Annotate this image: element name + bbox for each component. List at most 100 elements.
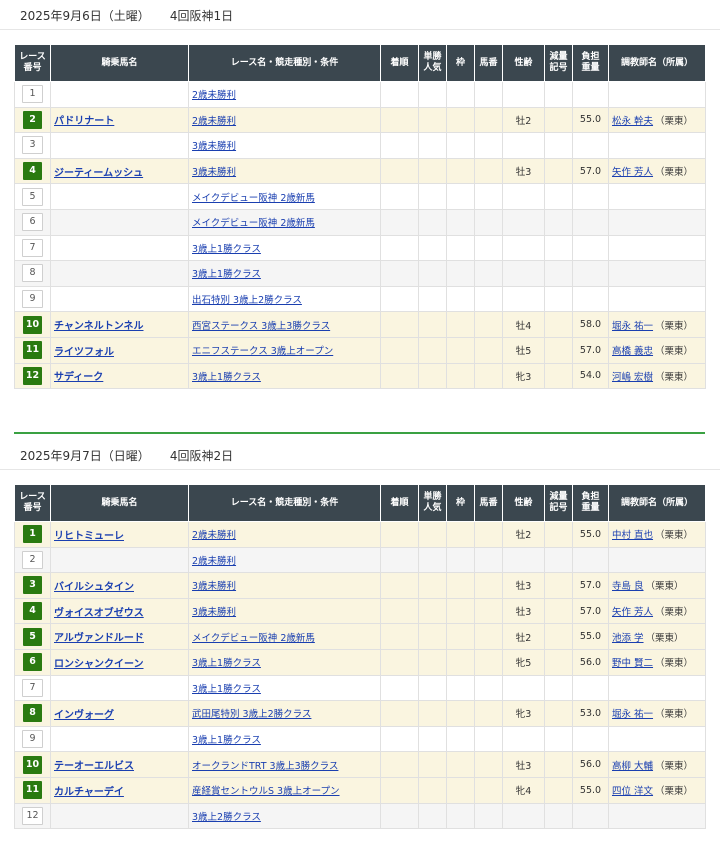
- race-name-link[interactable]: メイクデビュー阪神 2歳新馬: [192, 633, 315, 644]
- horse-name-link[interactable]: ロンシャンクイーン: [54, 659, 144, 670]
- horse-number-cell: [474, 157, 503, 185]
- race-number-badge: 1: [23, 525, 42, 544]
- trainer-link[interactable]: 寺島 良: [612, 581, 644, 592]
- weight-reduction-cell: [544, 81, 573, 108]
- trainer-link[interactable]: 高橋 義忠: [612, 346, 653, 357]
- race-name-cell: 3歳上1勝クラス: [188, 260, 381, 287]
- race-name-link[interactable]: 3歳未勝利: [192, 167, 236, 178]
- sex-age-cell: [502, 208, 545, 236]
- race-number-cell: 1: [14, 81, 51, 108]
- race-name-link[interactable]: 3歳未勝利: [192, 607, 236, 618]
- race-number-cell: 6: [14, 648, 51, 676]
- race-name-link[interactable]: 3歳上1勝クラス: [192, 269, 261, 280]
- trainer-cell: 寺島 良（栗東）: [608, 572, 706, 599]
- horse-name-link[interactable]: ライツフォル: [54, 347, 114, 358]
- race-name-link[interactable]: メイクデビュー阪神 2歳新馬: [192, 193, 315, 204]
- horse-name-cell: [50, 285, 189, 313]
- table-header: レース 番号 騎乗馬名 レース名・競走種別・条件 着順 単勝 人気枠馬番 性齢 減量 記号負…: [14, 44, 706, 82]
- horse-name-link[interactable]: サディーク: [54, 372, 103, 383]
- sex-age-cell: 牡2: [502, 106, 545, 134]
- race-name-link[interactable]: 3歳未勝利: [192, 581, 236, 592]
- race-name-link[interactable]: 西宮ステークス 3歳上3勝クラス: [192, 321, 330, 332]
- trainer-link[interactable]: 矢作 芳人: [612, 167, 653, 178]
- trainer-stable: （栗東）: [655, 709, 694, 721]
- race-name-link[interactable]: 3歳上1勝クラス: [192, 684, 261, 695]
- race-number-cell: 8: [14, 260, 51, 287]
- race-name-link[interactable]: 3歳上1勝クラス: [192, 372, 261, 383]
- carried-weight-cell: [572, 132, 609, 159]
- trainer-link[interactable]: 野中 賢二: [612, 658, 653, 669]
- race-name-link[interactable]: 3歳上1勝クラス: [192, 244, 261, 255]
- trainer-link[interactable]: 中村 直也: [612, 530, 653, 541]
- race-number-badge: 5: [22, 187, 43, 206]
- race-name-link[interactable]: 出石特別 3歳上2勝クラス: [192, 295, 302, 306]
- finish-cell: [380, 674, 419, 702]
- horse-name-link[interactable]: インヴォーグ: [54, 710, 114, 721]
- race-name-link[interactable]: 2歳未勝利: [192, 556, 236, 567]
- horse-name-link[interactable]: バイルシュタイン: [54, 582, 134, 593]
- race-number-badge: 2: [22, 550, 43, 569]
- carried-weight-cell: 57.0: [572, 157, 609, 185]
- weight-reduction-cell: [544, 648, 573, 676]
- column-header: レース名・競走種別・条件: [188, 44, 381, 82]
- column-header: レース名・競走種別・条件: [188, 484, 381, 522]
- horse-name-link[interactable]: ヴォイスオブゼウス: [54, 608, 144, 619]
- race-number-cell: 2: [14, 106, 51, 134]
- race-number-badge: 9: [22, 290, 43, 309]
- table-row: 8 3歳上1勝クラス: [14, 260, 706, 287]
- horse-name-cell: ヴォイスオブゼウス: [50, 597, 189, 625]
- horse-name-link[interactable]: リヒトミューレ: [54, 531, 124, 542]
- trainer-link[interactable]: 堀永 祐一: [612, 709, 653, 720]
- carried-weight-cell: [572, 260, 609, 287]
- race-name-link[interactable]: 3歳上2勝クラス: [192, 812, 261, 823]
- day-date: 2025年9月6日（土曜）: [20, 9, 150, 23]
- race-table: レース 番号 騎乗馬名 レース名・競走種別・条件 着順 単勝 人気枠馬番 性齢 減量 記号負…: [14, 44, 706, 390]
- trainer-stable: （栗東）: [655, 115, 694, 127]
- race-name-link[interactable]: 2歳未勝利: [192, 116, 236, 127]
- horse-name-link[interactable]: テーオーエルビス: [54, 761, 134, 772]
- trainer-stable: （栗東）: [655, 320, 694, 332]
- horse-number-cell: [474, 700, 503, 727]
- carried-weight-cell: [572, 208, 609, 236]
- column-header: 馬番: [474, 44, 503, 82]
- race-number-badge: 7: [22, 238, 43, 257]
- table-row: 4 ジーティームッシュ 3歳未勝利 牡3 57.0 矢作 芳人 （栗東）: [14, 157, 706, 185]
- trainer-link[interactable]: 池添 学: [612, 633, 644, 644]
- horse-name-link[interactable]: カルチャーデイ: [54, 787, 124, 798]
- trainer-link[interactable]: 松永 幹夫: [612, 116, 653, 127]
- trainer-link[interactable]: 高柳 大輔: [612, 761, 653, 772]
- trainer-link[interactable]: 堀永 祐一: [612, 321, 653, 332]
- race-name-link[interactable]: 武田尾特別 3歳上2勝クラス: [192, 709, 311, 720]
- race-name-link[interactable]: 3歳未勝利: [192, 141, 236, 152]
- race-name-link[interactable]: 3歳上1勝クラス: [192, 658, 261, 669]
- race-name-link[interactable]: 2歳未勝利: [192, 90, 236, 101]
- trainer-cell: 矢作 芳人 （栗東）: [608, 157, 706, 185]
- bracket-cell: [446, 776, 475, 804]
- race-name-link[interactable]: 産経賞セントウルS 3歳上オープン: [192, 786, 340, 797]
- trainer-link[interactable]: 四位 洋文: [612, 786, 653, 797]
- race-name-link[interactable]: 3歳上1勝クラス: [192, 735, 261, 746]
- odds-rank-cell: [418, 546, 447, 574]
- finish-cell: [380, 572, 419, 599]
- odds-rank-cell: [418, 285, 447, 313]
- column-header: 枠: [446, 44, 475, 82]
- trainer-link[interactable]: 矢作 芳人: [612, 607, 653, 618]
- race-name-link[interactable]: 2歳未勝利: [192, 530, 236, 541]
- horse-name-cell: [50, 802, 189, 830]
- horse-name-link[interactable]: チャンネルトンネル: [54, 321, 144, 332]
- horse-name-link[interactable]: アルヴァンドルード: [54, 633, 144, 644]
- sex-age-cell: [502, 260, 545, 287]
- weight-reduction-cell: [544, 183, 573, 210]
- horse-name-link[interactable]: ジーティームッシュ: [54, 168, 143, 179]
- race-number-cell: 9: [14, 725, 51, 753]
- race-name-link[interactable]: オークランドTRT 3歳上3勝クラス: [192, 761, 338, 772]
- horse-name-cell: アルヴァンドルード: [50, 623, 189, 650]
- race-name-link[interactable]: メイクデビュー阪神 2歳新馬: [192, 218, 315, 229]
- race-number-badge: 7: [22, 678, 43, 697]
- horse-name-link[interactable]: パドリナート: [54, 116, 114, 127]
- trainer-link[interactable]: 河嶋 宏樹: [612, 372, 653, 383]
- race-name-link[interactable]: エニフステークス 3歳上オープン: [192, 346, 333, 357]
- table-row: 1 リヒトミューレ 2歳未勝利 牡2 55.0 中村 直也 （栗東）: [14, 521, 706, 548]
- odds-rank-cell: [418, 521, 447, 548]
- race-number-badge: 5: [23, 627, 42, 646]
